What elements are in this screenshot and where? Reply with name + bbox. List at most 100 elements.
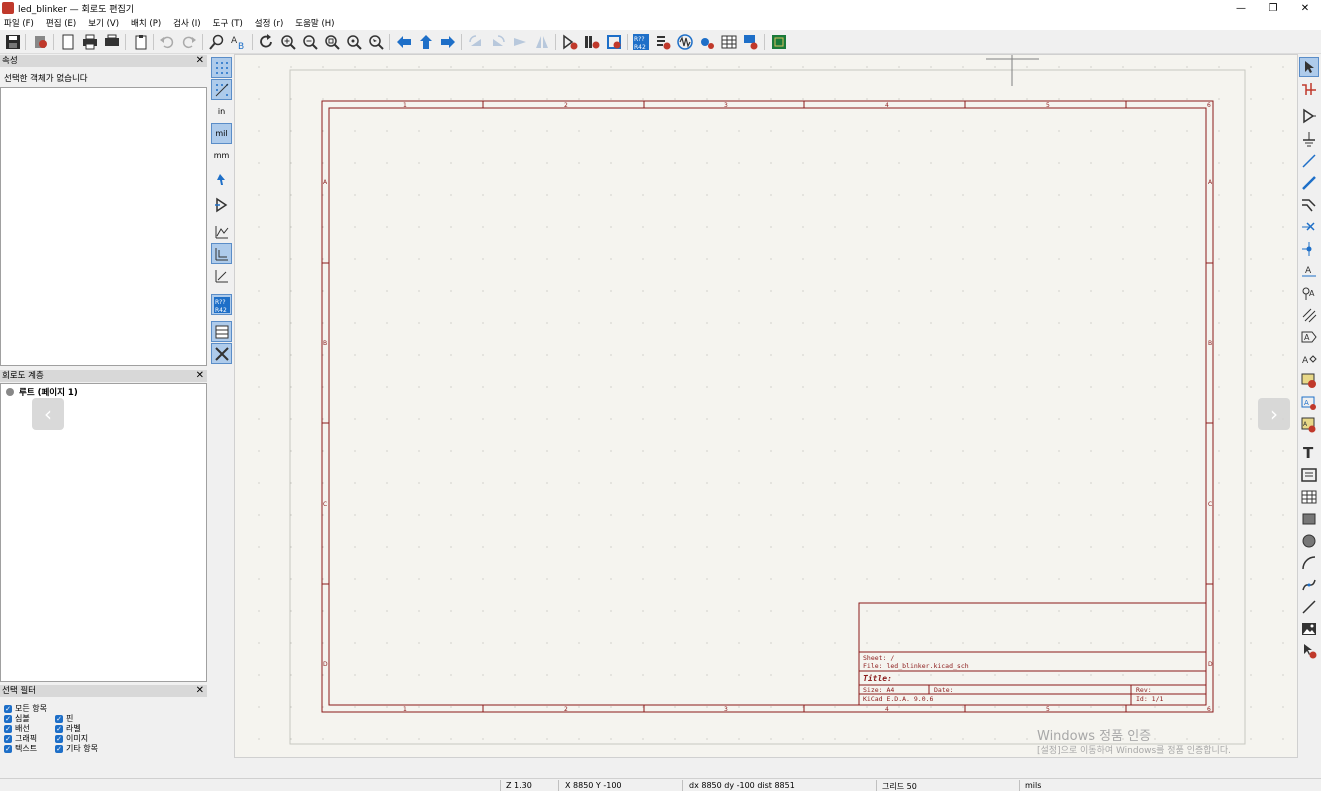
- menu-view[interactable]: 보기 (V): [88, 17, 119, 29]
- menu-tools[interactable]: 도구 (T): [213, 17, 243, 29]
- hierarchy-panel-title: 회로도 계층: [2, 371, 44, 381]
- navigate-forward-icon[interactable]: [439, 33, 457, 51]
- chevron-left-icon[interactable]: ‹: [32, 398, 64, 430]
- filter-text[interactable]: ✓ 텍스트: [4, 743, 37, 754]
- print-icon[interactable]: [81, 33, 99, 51]
- pcb-editor-icon[interactable]: [770, 33, 788, 51]
- column-marker: 1: [403, 706, 407, 713]
- symbol-editor-icon[interactable]: [561, 33, 579, 51]
- add-table-icon[interactable]: [1299, 487, 1319, 507]
- add-textbox-icon[interactable]: [1299, 465, 1319, 485]
- filter-other-items[interactable]: ✓ 기타 항목: [55, 743, 98, 754]
- add-image-icon[interactable]: [1299, 619, 1319, 639]
- schematic-canvas[interactable]: 1 2 3 4 5 6 1 2 3 4 5 6 A B C D A B C D: [234, 54, 1299, 759]
- checkbox-checked-icon: ✓: [4, 744, 12, 753]
- redo-icon[interactable]: [180, 33, 198, 51]
- rotate-ccw-icon[interactable]: [467, 33, 485, 51]
- properties-panel-title: 속성: [2, 56, 18, 66]
- row-marker: D: [1208, 661, 1213, 668]
- add-line-icon[interactable]: [1299, 597, 1319, 617]
- close-icon[interactable]: ✕: [196, 55, 204, 67]
- navigate-up-icon[interactable]: [417, 33, 435, 51]
- page-settings-icon[interactable]: [59, 33, 77, 51]
- title-block-rev: Rev:: [1136, 686, 1152, 694]
- zoom-fit-icon[interactable]: [323, 33, 341, 51]
- add-bus-entry-icon[interactable]: [1299, 195, 1319, 215]
- add-junction-icon[interactable]: [1299, 239, 1319, 259]
- refresh-icon[interactable]: [257, 33, 275, 51]
- minimize-button[interactable]: —: [1225, 3, 1257, 14]
- erc-icon[interactable]: [654, 33, 672, 51]
- menu-inspect[interactable]: 검사 (I): [173, 17, 200, 29]
- import-sheet-pin-icon[interactable]: A: [1299, 393, 1319, 413]
- zoom-selection-icon[interactable]: [367, 33, 385, 51]
- close-icon[interactable]: ✕: [196, 370, 204, 382]
- line-mode-free-icon[interactable]: [211, 221, 232, 242]
- paste-icon[interactable]: [132, 33, 150, 51]
- add-rectangle-icon[interactable]: [1299, 509, 1319, 529]
- close-icon[interactable]: ✕: [196, 685, 204, 697]
- simulator-icon[interactable]: [676, 33, 694, 51]
- cursor-crosshair-icon[interactable]: [211, 169, 232, 190]
- menu-preferences[interactable]: 설정 (r): [255, 17, 283, 29]
- find-replace-icon[interactable]: AB: [230, 33, 248, 51]
- chevron-right-icon[interactable]: ›: [1258, 398, 1290, 430]
- select-icon[interactable]: [1299, 57, 1319, 77]
- menu-file[interactable]: 파일 (F): [4, 17, 34, 29]
- menu-place[interactable]: 배치 (P): [131, 17, 161, 29]
- hierarchy-root-item[interactable]: 루트 (페이지 1): [6, 386, 78, 398]
- zoom-out-icon[interactable]: [301, 33, 319, 51]
- add-hier-label-icon[interactable]: A: [1299, 349, 1319, 369]
- no-connect-icon[interactable]: [1299, 217, 1319, 237]
- grid-overrides-icon[interactable]: [211, 79, 232, 100]
- add-arc-icon[interactable]: [1299, 553, 1319, 573]
- add-wire-icon[interactable]: [1299, 151, 1319, 171]
- menu-help[interactable]: 도움말 (H): [295, 17, 334, 29]
- mirror-v-icon[interactable]: [533, 33, 551, 51]
- add-global-label-icon[interactable]: A: [1299, 327, 1319, 347]
- symbol-browser-icon[interactable]: [583, 33, 601, 51]
- delete-icon[interactable]: [1299, 641, 1319, 661]
- bom-icon[interactable]: [698, 33, 716, 51]
- add-rule-area-icon[interactable]: [1299, 305, 1319, 325]
- menu-edit[interactable]: 편집 (E): [46, 17, 76, 29]
- navigate-back-icon[interactable]: [395, 33, 413, 51]
- mirror-h-icon[interactable]: [511, 33, 529, 51]
- restore-button[interactable]: ❐: [1257, 3, 1289, 14]
- close-button[interactable]: ✕: [1289, 3, 1321, 14]
- properties-panel-icon[interactable]: [211, 321, 232, 342]
- add-bus-icon[interactable]: [1299, 173, 1319, 193]
- save-icon[interactable]: [4, 33, 22, 51]
- unit-mil-icon[interactable]: mil: [211, 123, 232, 144]
- annotate-icon[interactable]: R?? R42: [632, 33, 650, 51]
- tools-icon[interactable]: [211, 343, 232, 364]
- footprint-assign-icon[interactable]: [605, 33, 623, 51]
- table-icon[interactable]: [720, 33, 738, 51]
- line-mode-45-icon[interactable]: [211, 265, 232, 286]
- checkbox-checked-icon: ✓: [4, 704, 12, 713]
- hidden-pins-icon[interactable]: [211, 194, 232, 215]
- add-sheet-icon[interactable]: [1299, 371, 1319, 391]
- highlight-net-icon[interactable]: [1299, 79, 1319, 99]
- sync-sheet-pins-icon[interactable]: A: [1299, 415, 1319, 435]
- unit-inch-icon[interactable]: in: [211, 101, 232, 122]
- add-circle-icon[interactable]: [1299, 531, 1319, 551]
- add-label-icon[interactable]: A: [1299, 261, 1319, 281]
- find-icon[interactable]: [208, 33, 226, 51]
- line-mode-90-icon[interactable]: [211, 243, 232, 264]
- annotate-display-icon[interactable]: R?? R42: [211, 294, 232, 315]
- unit-mm-icon[interactable]: mm: [211, 145, 232, 166]
- add-net-class-icon[interactable]: A: [1299, 283, 1319, 303]
- add-power-icon[interactable]: [1299, 129, 1319, 149]
- add-bezier-icon[interactable]: [1299, 575, 1319, 595]
- edit-fields-icon[interactable]: [742, 33, 760, 51]
- zoom-objects-icon[interactable]: [345, 33, 363, 51]
- plot-icon[interactable]: [103, 33, 121, 51]
- rotate-cw-icon[interactable]: [489, 33, 507, 51]
- add-symbol-icon[interactable]: [1299, 106, 1319, 126]
- undo-icon[interactable]: [158, 33, 176, 51]
- zoom-in-icon[interactable]: [279, 33, 297, 51]
- schematic-setup-icon[interactable]: [32, 33, 50, 51]
- grid-dots-icon[interactable]: [211, 57, 232, 78]
- add-text-icon[interactable]: T: [1299, 442, 1319, 462]
